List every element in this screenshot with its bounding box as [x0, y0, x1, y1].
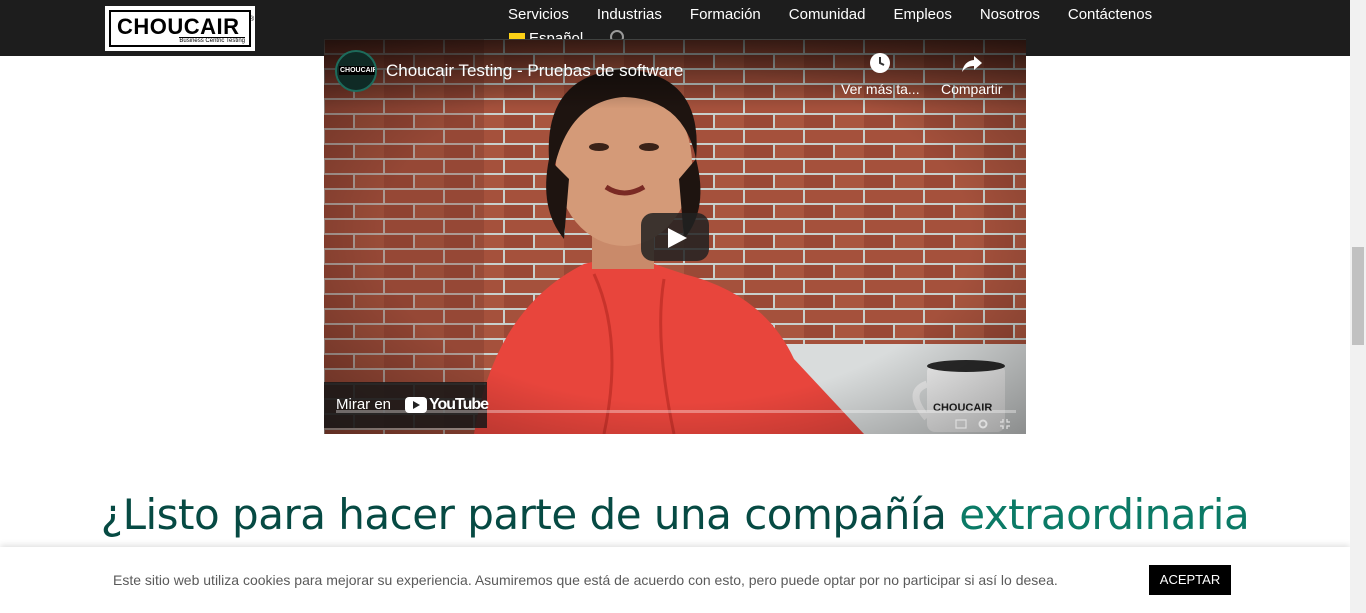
share-label: Compartir	[941, 81, 1003, 97]
nav-comunidad[interactable]: Comunidad	[789, 6, 866, 23]
headline-main: ¿Listo para hacer parte de una compañía	[100, 490, 960, 539]
watch-on-youtube-button[interactable]: Mirar en YouTube	[324, 382, 489, 428]
subtitles-icon[interactable]	[955, 418, 967, 430]
page: CHOUCAIR ® Business Centric Testing Serv…	[0, 0, 1366, 613]
channel-avatar[interactable]: CHOUCAIR	[335, 50, 377, 92]
scrollbar-thumb[interactable]	[1352, 247, 1364, 345]
youtube-video-embed[interactable]: CHOUCAIR CHOUCAIR Choucair Testing - Pru…	[324, 39, 1026, 434]
share-icon	[961, 56, 982, 72]
headline-accent: extraordinaria	[959, 490, 1250, 539]
play-button[interactable]	[641, 213, 709, 261]
video-progress-bar[interactable]	[336, 410, 1016, 413]
watch-later-label: Ver más ta...	[841, 81, 920, 97]
nav-empleos[interactable]: Empleos	[893, 6, 951, 23]
nav-contactenos[interactable]: Contáctenos	[1068, 6, 1152, 23]
video-title[interactable]: Choucair Testing - Pruebas de software	[386, 61, 683, 81]
cookie-message: Este sitio web utiliza cookies para mejo…	[113, 572, 1058, 588]
clock-icon	[870, 53, 891, 73]
choucair-logo[interactable]: CHOUCAIR ® Business Centric Testing	[105, 6, 255, 51]
watch-later-button[interactable]: Ver más ta...	[841, 51, 920, 97]
settings-gear-icon[interactable]	[977, 418, 989, 430]
share-button[interactable]: Compartir	[941, 51, 1002, 97]
recruitment-headline: ¿Listo para hacer parte de una compañía …	[0, 490, 1350, 539]
logo-tagline: Business Centric Testing	[179, 37, 245, 44]
nav-servicios[interactable]: Servicios	[508, 6, 569, 23]
nav-industrias[interactable]: Industrias	[597, 6, 662, 23]
nav-nosotros[interactable]: Nosotros	[980, 6, 1040, 23]
nav-formacion[interactable]: Formación	[690, 6, 761, 23]
exit-fullscreen-icon[interactable]	[999, 418, 1011, 430]
cookie-consent-banner: Este sitio web utiliza cookies para mejo…	[0, 547, 1350, 613]
registered-icon: ®	[249, 16, 255, 23]
accept-cookies-button[interactable]: ACEPTAR	[1149, 565, 1231, 595]
main-nav: Servicios Industrias Formación Comunidad…	[508, 6, 1180, 23]
